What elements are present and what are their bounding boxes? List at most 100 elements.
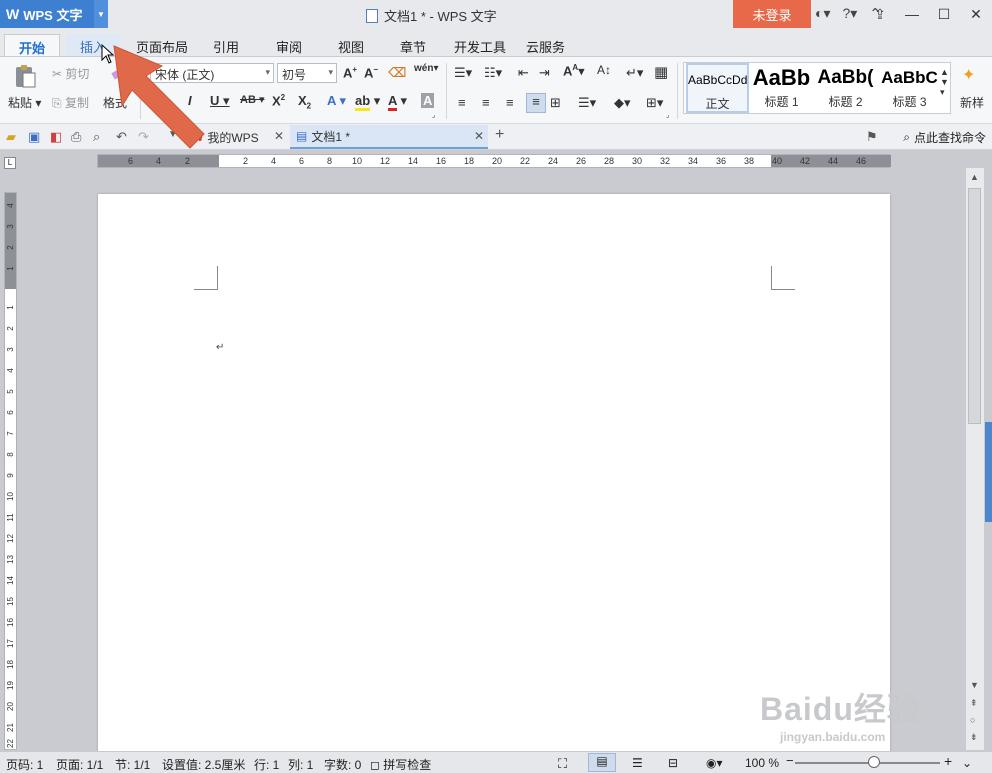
reading-mode-icon[interactable]: ◉▾ (706, 756, 723, 770)
tab-developer[interactable]: 开发工具 (446, 34, 514, 56)
page-view-icon[interactable]: ▤ (588, 753, 616, 772)
document-page[interactable]: ↵ (98, 194, 890, 764)
ruler-tick: 4 (271, 156, 277, 166)
vertical-ruler[interactable]: 4 3 2 1 1 2 3 4 5 6 7 8 9 10 11 12 13 14… (4, 192, 17, 750)
scroll-thumb[interactable] (968, 188, 981, 424)
vertical-scrollbar[interactable]: ▲ ▼ ⇞ ○ ⇟ (966, 168, 984, 750)
ruler-tick: 1 (6, 305, 15, 310)
increase-indent-icon[interactable]: ⇥ (539, 65, 550, 81)
spell-check-toggle[interactable]: ◻ 拼写检查 (370, 756, 431, 773)
superscript-icon[interactable]: X2 (272, 93, 285, 108)
outline-view-icon[interactable]: ☰ (632, 756, 643, 770)
style-normal[interactable]: AaBbCcDd 正文 (686, 63, 749, 113)
zoom-level[interactable]: 100 % (745, 756, 779, 770)
styles-scroll-icon[interactable]: ▲ ▼ ▾ (940, 67, 949, 98)
underline-icon[interactable]: U ▾ (210, 93, 230, 109)
table-icon[interactable]: ▦ (654, 63, 668, 81)
scroll-down-icon[interactable]: ▼ (970, 680, 979, 690)
copy-button[interactable]: ⎘ 复制 (52, 94, 89, 111)
skin-icon[interactable]: ◐▾ (815, 5, 830, 22)
print-icon[interactable]: ⎙ (71, 129, 81, 145)
align-right-icon[interactable]: ≡ (506, 95, 514, 110)
clear-format-icon[interactable]: ⌫ (388, 65, 406, 81)
paragraph-dialog-launcher-icon[interactable]: ⌟ (666, 111, 669, 119)
tab-cloud[interactable]: 云服务 (518, 34, 573, 56)
login-button[interactable]: 未登录 (733, 0, 811, 28)
tab-view[interactable]: 视图 (330, 34, 372, 56)
ruler-tick: 4 (6, 203, 15, 208)
highlight-icon[interactable]: ab ▾ (355, 93, 380, 111)
borders-icon[interactable]: ⊞▾ (646, 95, 663, 111)
paste-icon[interactable] (12, 63, 38, 92)
new-style-icon[interactable]: ✦ (962, 65, 975, 85)
grow-font-icon[interactable]: A+ (343, 65, 357, 80)
zoom-in-icon[interactable]: + (944, 753, 952, 769)
style-preview: AaBb (752, 65, 811, 90)
subscript-icon[interactable]: X2 (298, 93, 311, 111)
change-case-icon[interactable]: AA▾ (563, 63, 585, 79)
close-icon[interactable]: ✕ (274, 129, 284, 143)
scroll-up-icon[interactable]: ▲ (970, 172, 979, 182)
bullet-list-icon[interactable]: ☰▾ (454, 65, 472, 81)
decrease-indent-icon[interactable]: ⇤ (518, 65, 529, 81)
tab-document1[interactable]: ▤ 文档1 * ✕ (290, 125, 488, 149)
minimize-button[interactable]: — (896, 0, 928, 28)
save-icon[interactable]: ▣ (28, 129, 40, 145)
tab-references[interactable]: 引用 (205, 34, 247, 56)
style-heading-3[interactable]: AaBbC 标题 3 (878, 63, 941, 113)
fullscreen-icon[interactable]: ⛶ (558, 756, 567, 772)
style-heading-1[interactable]: AaBb 标题 1 (750, 63, 813, 113)
tab-home[interactable]: 开始 (4, 34, 60, 56)
new-tab-icon[interactable]: + (495, 126, 504, 144)
style-heading-2[interactable]: AaBb( 标题 2 (814, 63, 877, 113)
font-dialog-launcher-icon[interactable]: ⌟ (432, 111, 435, 119)
maximize-button[interactable]: ☐ (928, 0, 960, 28)
align-left-icon[interactable]: ≡ (458, 95, 466, 110)
zoom-out-icon[interactable]: − (786, 753, 794, 768)
zoom-slider-knob[interactable] (868, 756, 880, 768)
pin-icon[interactable]: ⚑ (866, 129, 878, 145)
side-panel-handle[interactable] (985, 422, 992, 522)
upload-icon[interactable]: ⇪ (864, 0, 896, 28)
status-word-count[interactable]: 字数: 0 (324, 756, 361, 773)
phonetic-icon[interactable]: wén▾ (414, 63, 438, 74)
new-style-button[interactable]: 新样 (960, 94, 984, 111)
font-size-select[interactable]: 初号 (277, 63, 337, 83)
tab-review[interactable]: 审阅 (268, 34, 310, 56)
status-page-code: 页码: 1 (6, 758, 44, 772)
font-color-icon[interactable]: A ▾ (388, 93, 407, 111)
close-icon[interactable]: ✕ (474, 129, 484, 143)
sort-icon[interactable]: A↕ (597, 63, 611, 77)
shading-icon[interactable]: ◆▾ (614, 95, 631, 111)
justify-icon[interactable]: ≡ (526, 93, 546, 113)
text-effect-icon[interactable]: A ▾ (327, 93, 346, 109)
collapse-icon[interactable]: ⌄ (962, 756, 972, 770)
web-view-icon[interactable]: ⊟ (668, 756, 678, 770)
horizontal-ruler[interactable]: 6 4 2 2 4 6 8 10 12 14 16 18 20 22 24 26… (97, 154, 891, 168)
next-page-icon[interactable]: ⇟ (970, 732, 978, 743)
paragraph-mark-icon[interactable]: ↵▾ (626, 65, 643, 81)
wps-logo-icon: W (6, 6, 20, 22)
open-folder-icon[interactable]: ▰ (6, 129, 16, 145)
align-center-icon[interactable]: ≡ (482, 95, 490, 110)
chevron-down-icon[interactable]: ▼ (94, 0, 108, 28)
close-button[interactable]: ✕ (960, 0, 992, 28)
app-menu-button[interactable]: W WPS 文字 ▼ (0, 0, 108, 28)
ruler-tick: 26 (576, 156, 587, 166)
browse-object-icon[interactable]: ○ (970, 715, 975, 725)
tab-stop-selector[interactable]: L (4, 157, 16, 169)
numbered-list-icon[interactable]: ☷▾ (484, 65, 502, 81)
prev-page-icon[interactable]: ⇞ (970, 698, 978, 709)
tab-chapter[interactable]: 章节 (392, 34, 434, 56)
help-button[interactable]: ?▾ (842, 5, 857, 22)
strikethrough-icon[interactable]: AB ▾ (240, 93, 264, 106)
char-shading-icon[interactable]: A (421, 93, 435, 108)
distribute-icon[interactable]: ⊞ (550, 95, 561, 111)
paste-button[interactable]: 粘贴 ▾ (8, 94, 41, 111)
line-spacing-icon[interactable]: ☰▾ (578, 95, 596, 111)
export-pdf-icon[interactable]: ◧ (50, 129, 62, 145)
command-search[interactable]: ⌕ 点此查找命令 (903, 129, 986, 146)
shrink-font-icon[interactable]: A− (364, 65, 378, 80)
cut-button[interactable]: ✂ 剪切 (52, 65, 89, 82)
paragraph-mark-icon: ↵ (216, 342, 225, 353)
